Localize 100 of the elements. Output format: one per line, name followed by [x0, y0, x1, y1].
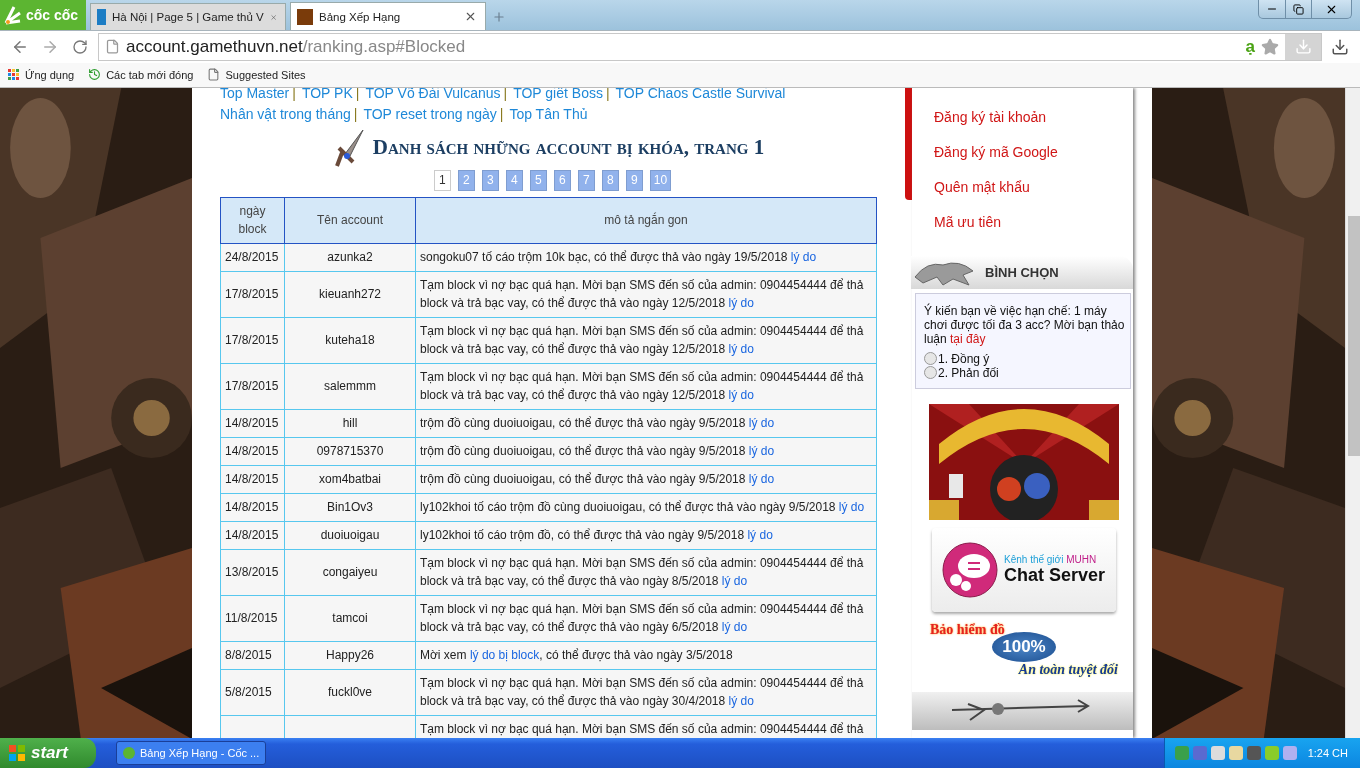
browser-logo[interactable]: cốc cốc	[0, 0, 86, 30]
clock: 1:24 CH	[1307, 747, 1348, 759]
table-cell: duoiuoigau	[284, 521, 416, 550]
column-header: mô tả ngắn gon	[415, 197, 877, 244]
table-cell: 17/8/2015	[220, 363, 285, 410]
table-cell: ly102khoi tố cáo trộm đồ, có thể được thả vào ngày 9/5/2018 lý do	[415, 521, 877, 550]
sidebar-link[interactable]: Quên mật khẩu	[934, 176, 1133, 198]
tray-icon[interactable]	[1175, 746, 1189, 760]
separator: |	[355, 87, 360, 103]
table-cell: trộm đồ cùng duoiuoigau, có thể được thả vào ngày 9/5/2018 lý do	[415, 409, 877, 438]
nav-link[interactable]: Nhân vật trong tháng	[220, 103, 351, 125]
start-button[interactable]: start	[0, 738, 96, 768]
table-cell: azunka2	[284, 243, 416, 272]
download-button[interactable]	[1285, 33, 1321, 60]
table-cell: trộm đồ cùng duoiuoigau, có thể được thả vào ngày 9/5/2018 lý do	[415, 465, 877, 494]
reason-link[interactable]: lý do	[747, 527, 773, 542]
reason-link[interactable]: lý do	[728, 341, 754, 356]
star-icon[interactable]	[1261, 37, 1279, 56]
reason-link[interactable]: lý do	[748, 443, 775, 458]
address-field[interactable]: account.gamethuvn.net/ranking.asp#Blocked ạ	[98, 32, 1322, 61]
tab-favicon	[297, 8, 313, 25]
poll-title: BÌNH CHỌN	[985, 264, 1059, 280]
table-cell: 14/8/2015	[220, 493, 285, 522]
reason-link[interactable]: lý do	[728, 295, 754, 310]
table-cell: 5/8/2015	[220, 669, 285, 716]
nav-link[interactable]: TOP giết Boss	[513, 87, 603, 104]
tray-icon[interactable]	[1211, 746, 1225, 760]
reason-link[interactable]: lý do	[728, 693, 754, 708]
table-cell: Tạm block vì nợ bạc quá hạn. Mời bạn SMS đến số của admin: 0904454444 để thả block và trả bạc vay, có thể được thả vào ngày 6/5/2018 lý do	[415, 595, 877, 642]
discussion-link[interactable]: tại đây	[950, 331, 986, 346]
table-cell: 0978715370	[284, 437, 416, 466]
poll-question: Ý kiến bạn về việc hạn chế: 1 máy chơi được tối đa 3 acc? Mời bạn thảo luận tại đây	[924, 303, 1126, 346]
table-cell: ly102khoi tố cáo trộm đồ cùng duoiuoigau, có thể được thả vào ngày 9/5/2018 lý do	[415, 493, 877, 522]
page-button[interactable]: 1	[433, 169, 451, 191]
table-cell: Bin1Ov3	[284, 493, 416, 522]
table-cell: hill	[284, 409, 416, 438]
nav-link[interactable]: TOP PK	[301, 87, 353, 104]
sidebar-link[interactable]: Đăng ký tài khoản	[934, 106, 1133, 128]
banner-caption: Kênh thế giới MUHN	[1004, 553, 1098, 565]
chat-banner[interactable]: Kênh thế giới MUHN Chat Server	[932, 527, 1116, 612]
table-cell: Tạm block vì nợ bạc quá hạn. Mời bạn SMS đến số của admin: 0904454444 để thả block và trả bạc vay, có thể được thả vào ngày 30/4/2018 lý do	[415, 669, 877, 716]
reason-link[interactable]: lý do	[721, 573, 748, 588]
tray-icon[interactable]	[1247, 746, 1261, 760]
reason-link[interactable]: lý do	[790, 249, 817, 264]
page-heading: Danh sách những account bị khóa, trang 1	[372, 135, 765, 161]
column-header: ngày block	[220, 197, 285, 244]
reason-link[interactable]: lý do	[748, 415, 775, 430]
reason-link[interactable]: lý do	[728, 387, 754, 402]
poll-option[interactable]: 1. Đồng ý	[924, 351, 1129, 366]
table-cell: Tạm block vì nợ bạc quá hạn. Mời bạn SMS đến số của admin: 0904454444 để thả block và trả bạc vay, có thể được thả vào ngày 12/5/2018 lý do	[415, 363, 877, 410]
browser-tab[interactable]: Hà Nội | Page 5 | Game thủ V	[90, 3, 286, 30]
reason-link[interactable]: lý do	[748, 471, 775, 486]
table-cell: songoku07 tố cáo trộm 10k bạc, có thể được thả vào ngày 19/5/2018 lý do	[415, 243, 877, 272]
tray-icon[interactable]	[1229, 746, 1243, 760]
scrollbar[interactable]	[1345, 87, 1360, 738]
tray-icon[interactable]	[1265, 746, 1279, 760]
table-cell: 13/8/2015	[220, 549, 285, 596]
apps-icon	[8, 68, 20, 81]
bookmark-link[interactable]: Các tab mới đóng	[88, 68, 194, 82]
close-icon[interactable]	[464, 10, 477, 23]
reason-link[interactable]: lý do	[721, 619, 748, 634]
table-cell: 14/8/2015	[220, 409, 285, 438]
dictionary-button[interactable]: ạ	[1245, 36, 1255, 57]
table-cell: trộm đồ cùng duoiuoigau, có thể được thả vào ngày 9/5/2018 lý do	[415, 437, 877, 466]
page-icon	[105, 39, 120, 55]
nav-link[interactable]: TOP Võ Đài Vulcanus	[365, 87, 501, 104]
browser-icon	[122, 746, 136, 760]
table-cell: salemmm	[284, 363, 416, 410]
tray-icon[interactable]	[1193, 746, 1207, 760]
separator: |	[503, 87, 508, 103]
history-icon	[88, 68, 102, 82]
poll-option[interactable]: 2. Phản đối	[924, 365, 1129, 380]
table-cell: fuckl0ve	[284, 669, 416, 716]
page-icon	[207, 68, 221, 82]
nav-link[interactable]: TOP Chaos Castle Survival	[615, 87, 786, 104]
nav-link[interactable]: Top Master	[220, 87, 290, 104]
table-cell: 14/8/2015	[220, 437, 285, 466]
nav-link[interactable]: TOP reset trong ngày	[363, 103, 497, 125]
table-cell: kuteha18	[284, 317, 416, 364]
taskbar-button[interactable]: Bảng Xếp Hạng - Cốc ...	[116, 741, 266, 765]
download-icon	[1294, 38, 1312, 56]
reason-link[interactable]: lý do	[838, 499, 865, 514]
bookmark-link[interactable]: Ứng dụng	[8, 68, 75, 81]
sidebar-link[interactable]: Mã ưu tiên	[934, 211, 1133, 233]
table-cell: Tạm block vì nợ bạc quá hạn. Mời bạn SMS đến số của admin: 0904454444 để thả block và trả bạc vay, có thể được thả vào ngày 12/5/2018 lý do	[415, 271, 877, 318]
table-cell: 14/8/2015	[220, 465, 285, 494]
sidebar-link[interactable]: Đăng ký mã Google	[934, 141, 1133, 163]
banner-text: An toàn tuyệt đối	[1018, 661, 1118, 678]
separator: |	[353, 104, 358, 124]
table-cell: Happy26	[284, 641, 416, 670]
browser-tab[interactable]: Bảng Xếp Hạng	[290, 2, 486, 30]
separator: |	[605, 87, 610, 103]
leaf-icon	[4, 5, 22, 25]
bookmark-link[interactable]: Suggested Sites	[207, 68, 306, 82]
tab-favicon	[97, 9, 106, 25]
table-cell: Mời xem lý do bị block, có thể được thả vào ngày 3/5/2018	[415, 641, 877, 670]
nav-link[interactable]: Top Tân Thủ	[509, 103, 588, 125]
tray-icon[interactable]	[1283, 746, 1297, 760]
banner-title: Chat Server	[1004, 564, 1106, 586]
table-cell: 24/8/2015	[220, 243, 285, 272]
